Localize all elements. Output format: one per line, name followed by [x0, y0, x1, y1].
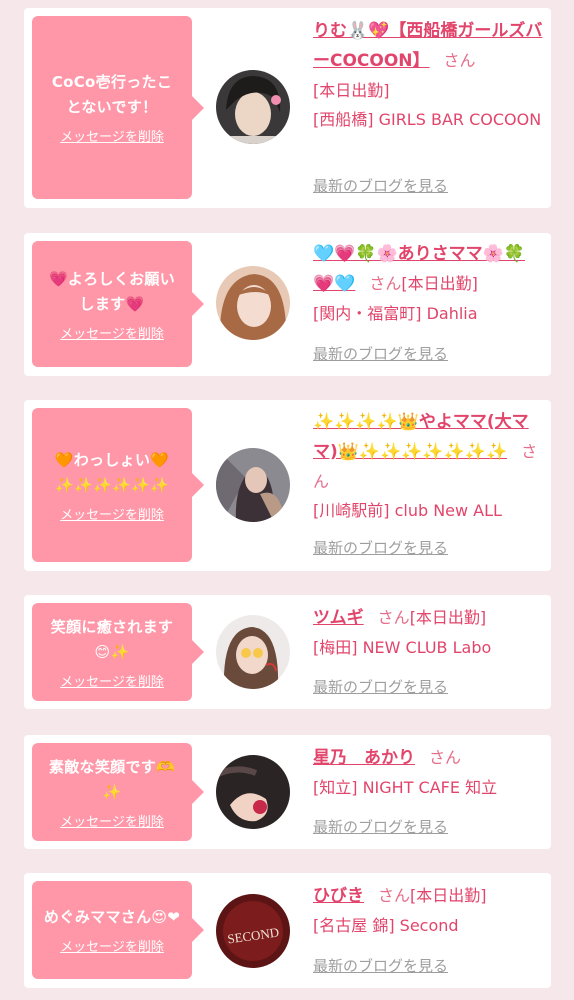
message-card: 笑顔に癒されます 😊✨ メッセージを削除 ツムギ さん[本日出勤] [梅田] NE…	[24, 595, 551, 709]
message-card: CoCo壱行ったこ とないです！ メッセージを削除 りむ🐰💖【西船橋ガールズバー…	[24, 8, 551, 208]
profile-name-link[interactable]: 星乃 あかり	[313, 748, 415, 768]
delete-message-link[interactable]: メッセージを削除	[60, 936, 164, 955]
honorific: さん	[369, 274, 402, 293]
profile-info: 🩵💗🍀🌸ありさママ🌸🍀💗🩵 さん[本日出勤] [関内・福富町] Dahlia	[313, 239, 545, 328]
latest-blog-link[interactable]: 最新のブログを見る	[313, 676, 448, 697]
latest-blog-link[interactable]: 最新のブログを見る	[313, 343, 448, 364]
honorific: さん	[443, 51, 476, 70]
message-card: 素敵な笑顔です🫶 ✨ メッセージを削除 星乃 あかり さん [知立] NIGHT …	[24, 735, 551, 849]
delete-message-link[interactable]: メッセージを削除	[60, 671, 164, 690]
message-card: 💗よろしくお願い します💗 メッセージを削除 🩵💗🍀🌸ありさママ🌸🍀💗🩵 さん[本…	[24, 233, 551, 376]
attendance-status: [本日出勤]	[409, 608, 487, 627]
profile-name-link[interactable]: ひびき	[313, 886, 364, 906]
profile-name-link[interactable]: りむ🐰💖【西船橋ガールズバーCOCOON】	[313, 21, 542, 71]
message-bubble: めぐみママさん😍❤ メッセージを削除	[32, 881, 204, 979]
latest-blog-link[interactable]: 最新のブログを見る	[313, 175, 448, 196]
profile-info: りむ🐰💖【西船橋ガールズバーCOCOON】 さん [本日出勤] [西船橋] GIR…	[313, 16, 545, 134]
message-text: めぐみママさん😍❤	[43, 908, 181, 926]
message-bubble: 🧡わっしょい🧡 ✨✨✨✨✨✨ メッセージを削除	[32, 408, 204, 562]
shop-name: [川崎駅前] club New ALL	[313, 501, 502, 520]
attendance-status: [本日出勤]	[313, 81, 390, 100]
message-bubble: 💗よろしくお願い します💗 メッセージを削除	[32, 241, 204, 367]
honorific: さん	[377, 608, 410, 627]
avatar[interactable]	[216, 266, 290, 340]
latest-blog-link[interactable]: 最新のブログを見る	[313, 537, 448, 558]
latest-blog-link[interactable]: 最新のブログを見る	[313, 955, 448, 976]
message-bubble: CoCo壱行ったこ とないです！ メッセージを削除	[32, 16, 204, 199]
shop-name: [知立] NIGHT CAFE 知立	[313, 778, 498, 797]
message-card: めぐみママさん😍❤ メッセージを削除 SECOND ひびき さん[本日出勤] [名…	[24, 873, 551, 988]
delete-message-link[interactable]: メッセージを削除	[60, 126, 164, 145]
honorific: さん	[429, 748, 462, 767]
message-text: 素敵な笑顔です🫶 ✨	[48, 757, 176, 801]
profile-info: 星乃 あかり さん [知立] NIGHT CAFE 知立	[313, 743, 545, 802]
avatar[interactable]	[216, 448, 290, 522]
profile-info: ✨✨✨✨👑やよママ(大ママ)👑✨✨✨✨✨✨✨ さん [川崎駅前] club New…	[313, 407, 545, 525]
delete-message-link[interactable]: メッセージを削除	[60, 323, 164, 342]
shop-name: [関内・福富町] Dahlia	[313, 304, 478, 323]
shop-name: [梅田] NEW CLUB Labo	[313, 638, 492, 657]
profile-name-link[interactable]: ✨✨✨✨👑やよママ(大ママ)👑✨✨✨✨✨✨✨	[313, 412, 529, 462]
shop-name: [名古屋 錦] Second	[313, 916, 459, 935]
message-text: 🧡わっしょい🧡 ✨✨✨✨✨✨	[54, 450, 170, 494]
avatar[interactable]: SECOND	[216, 894, 290, 968]
honorific: さん	[378, 886, 411, 905]
avatar[interactable]	[216, 70, 290, 144]
profile-info: ひびき さん[本日出勤] [名古屋 錦] Second	[313, 881, 545, 940]
avatar[interactable]	[216, 615, 290, 689]
message-bubble: 素敵な笑顔です🫶 ✨ メッセージを削除	[32, 743, 204, 841]
profile-info: ツムギ さん[本日出勤] [梅田] NEW CLUB Labo	[313, 603, 545, 662]
message-text: 笑顔に癒されます 😊✨	[50, 617, 174, 661]
profile-name-link[interactable]: ツムギ	[313, 608, 364, 628]
delete-message-link[interactable]: メッセージを削除	[60, 811, 164, 830]
attendance-status: [本日出勤]	[410, 886, 487, 905]
message-bubble: 笑顔に癒されます 😊✨ メッセージを削除	[32, 603, 204, 701]
shop-name: [西船橋] GIRLS BAR COCOON	[313, 110, 542, 129]
message-text: CoCo壱行ったこ とないです！	[51, 73, 173, 116]
latest-blog-link[interactable]: 最新のブログを見る	[313, 816, 448, 837]
message-text: 💗よろしくお願い します💗	[48, 269, 176, 313]
delete-message-link[interactable]: メッセージを削除	[60, 504, 164, 523]
message-card: 🧡わっしょい🧡 ✨✨✨✨✨✨ メッセージを削除 ✨✨✨✨👑やよママ(大ママ)👑✨…	[24, 400, 551, 571]
attendance-status: [本日出勤]	[401, 274, 478, 293]
avatar[interactable]	[216, 755, 290, 829]
